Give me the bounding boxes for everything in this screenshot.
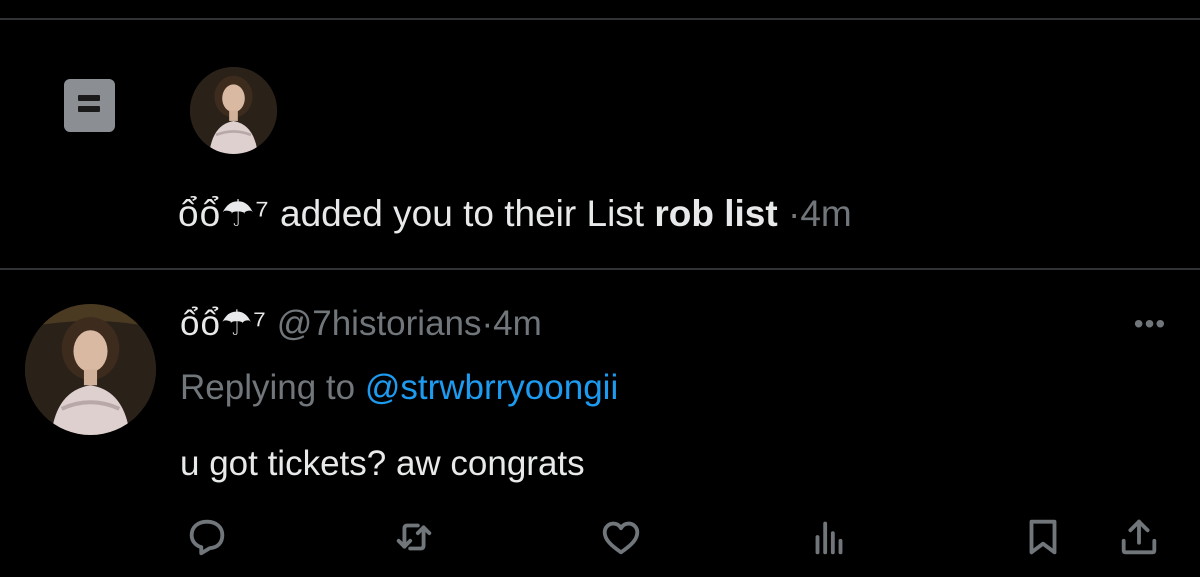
notification-text: ổổ☂⁷ added you to their List rob list ·4… [178, 188, 852, 240]
timestamp[interactable]: 4m [493, 304, 542, 343]
notifications-page: ổổ☂⁷ added you to their List rob list ·4… [0, 0, 1200, 577]
mention-link[interactable]: @strwbrryoongii [365, 368, 618, 407]
avatar-image [190, 67, 277, 154]
retweet-icon[interactable] [391, 514, 437, 560]
display-name[interactable]: ổổ☂⁷ [178, 193, 270, 234]
more-options-icon[interactable]: ••• [1128, 307, 1172, 341]
replying-label: Replying to [180, 368, 356, 407]
display-name[interactable]: ổổ☂⁷ [180, 304, 267, 343]
timestamp: 4m [800, 193, 852, 234]
reply-icon[interactable] [184, 514, 230, 560]
separator-dot: · [787, 193, 801, 234]
list-icon [64, 79, 115, 132]
user-handle[interactable]: @7historians [277, 304, 482, 343]
separator-dot: · [481, 304, 494, 343]
avatar-image [25, 304, 156, 435]
divider [0, 18, 1200, 20]
heart-icon[interactable] [598, 514, 644, 560]
views-icon[interactable] [806, 514, 852, 560]
notification-avatar[interactable] [190, 67, 277, 154]
bookmark-icon[interactable] [1020, 514, 1066, 560]
notification-action: added you to their List [280, 193, 645, 234]
tweet-avatar[interactable] [25, 304, 156, 435]
replying-to: Replying to @strwbrryoongii [180, 362, 618, 414]
divider [0, 268, 1200, 270]
list-name-link[interactable]: rob list [654, 193, 777, 234]
share-icon[interactable] [1116, 514, 1162, 560]
tweet-text: u got tickets? aw congrats [180, 444, 585, 483]
tweet-header: ổổ☂⁷ @7historians·4m [180, 298, 542, 350]
